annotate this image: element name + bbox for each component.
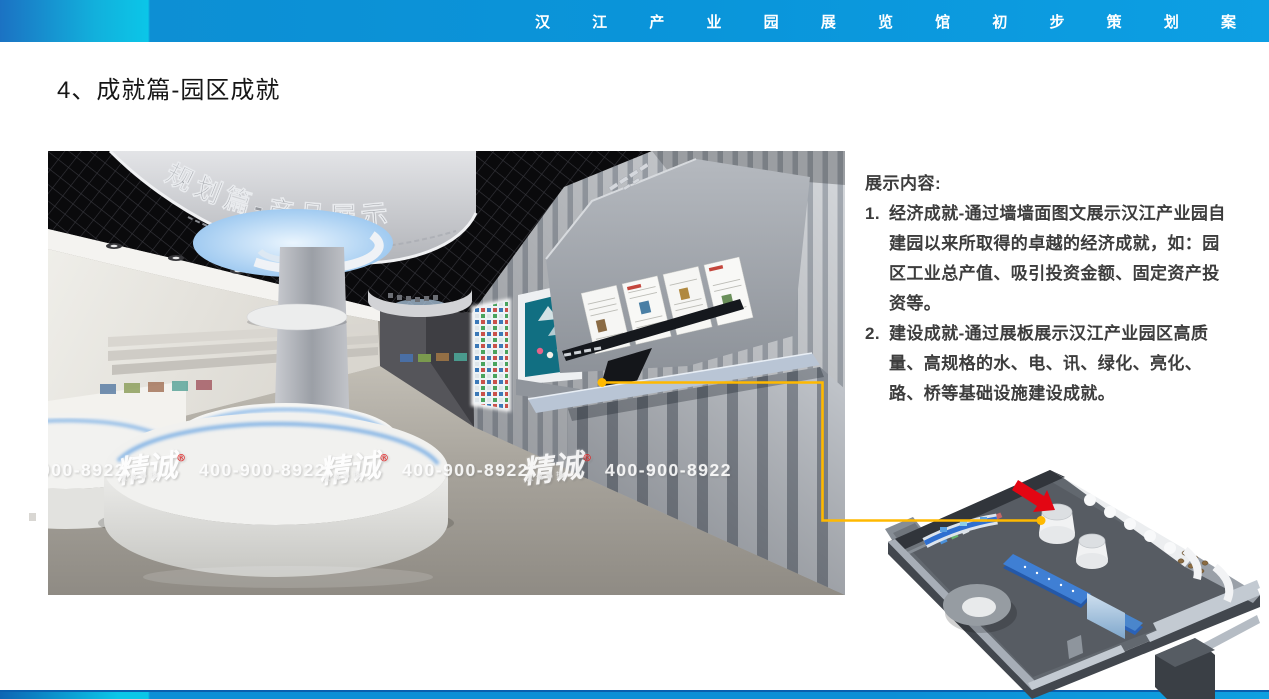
item-text: 经济成就-通过墙墙面图文展示汉江产业园自建园以来所取得的卓越的经济成就，如：园区… xyxy=(889,204,1226,313)
render-scene: 规划篇-产品展示 xyxy=(48,151,845,595)
content-item: 2. 建设成就-通过展板展示汉江产业园区高质量、高规格的水、电、讯、绿化、亮化、… xyxy=(865,319,1229,409)
item-number: 2. xyxy=(865,319,880,349)
floor-plan xyxy=(885,455,1269,699)
exhibition-render-image: 规划篇-产品展示 xyxy=(48,151,845,595)
floor-plan-image xyxy=(885,455,1269,699)
content-item: 1. 经济成就-通过墙墙面图文展示汉江产业园自建园以来所取得的卓越的经济成就，如… xyxy=(865,199,1229,319)
top-bar: 汉 江 产 业 园 展 览 馆 初 步 策 划 案 xyxy=(0,0,1269,42)
stray-mark xyxy=(29,513,36,521)
presentation-slide: 汉 江 产 业 园 展 览 馆 初 步 策 划 案 4、成就篇-园区成就 xyxy=(0,0,1269,699)
page-title: 4、成就篇-园区成就 xyxy=(57,70,280,105)
content-heading: 展示内容: xyxy=(865,172,1229,196)
item-text: 建设成就-通过展板展示汉江产业园区高质量、高规格的水、电、讯、绿化、亮化、路、桥… xyxy=(889,324,1208,403)
item-number: 1. xyxy=(865,199,880,229)
photo-tile-wall xyxy=(471,298,511,412)
content-panel: 展示内容: 1. 经济成就-通过墙墙面图文展示汉江产业园自建园以来所取得的卓越的… xyxy=(865,172,1229,409)
deck-title: 汉 江 产 业 园 展 览 馆 初 步 策 划 案 xyxy=(535,11,1269,32)
